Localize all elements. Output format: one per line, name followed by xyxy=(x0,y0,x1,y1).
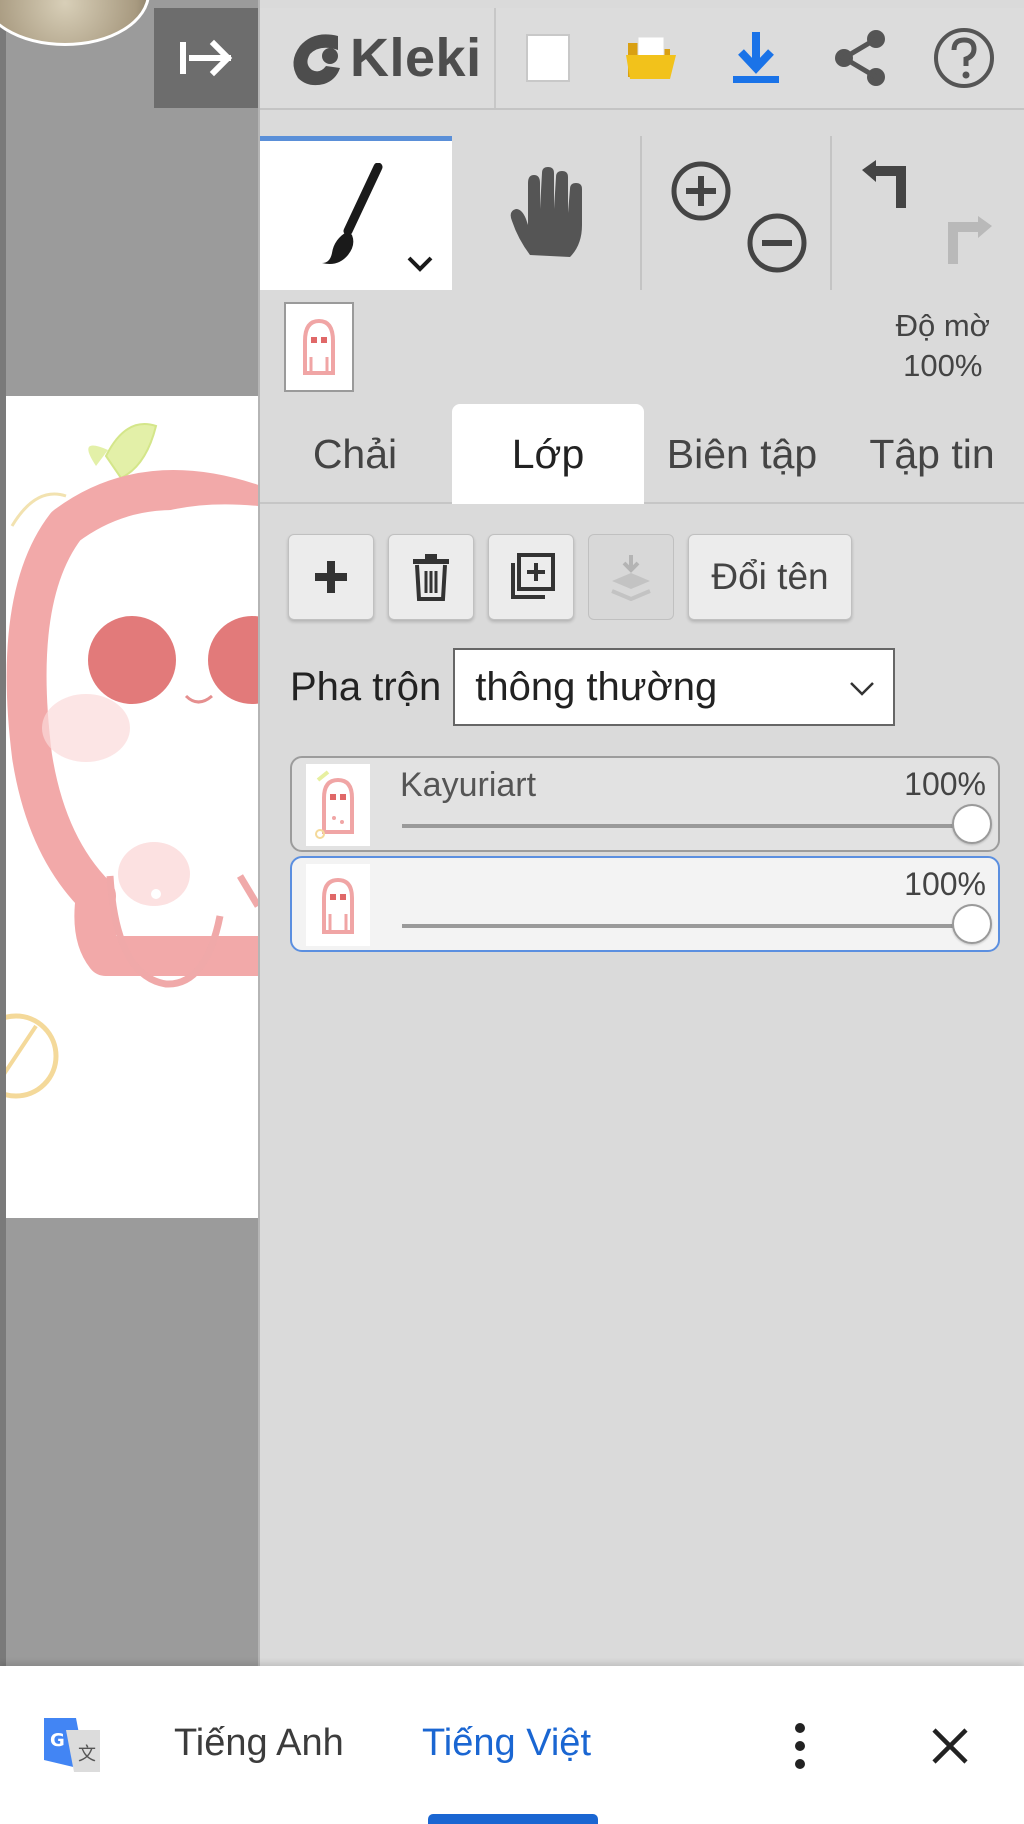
zoom-controls xyxy=(642,136,832,290)
slider-knob[interactable] xyxy=(952,904,992,944)
collapse-panel-button[interactable] xyxy=(154,8,258,108)
delete-layer-button[interactable] xyxy=(388,534,474,620)
canvas-area[interactable] xyxy=(0,0,258,1666)
blend-mode-row: Pha trộn thông thường xyxy=(290,648,896,726)
more-vert-icon xyxy=(795,1723,805,1769)
blend-mode-select[interactable]: thông thường xyxy=(453,648,896,726)
merge-down-icon xyxy=(611,555,651,601)
chevron-down-icon[interactable] xyxy=(406,255,434,273)
undo-icon[interactable] xyxy=(858,156,918,216)
avatar[interactable] xyxy=(0,0,150,46)
hand-icon xyxy=(510,167,582,257)
layer-opacity-readout: Độ mờ 100% xyxy=(896,306,990,386)
merge-down-button[interactable] xyxy=(588,534,674,620)
layer-thumbnail-icon xyxy=(303,318,335,375)
layer-item[interactable]: 100% xyxy=(290,856,1000,952)
tab-brush[interactable]: Chải xyxy=(260,404,450,504)
share-icon xyxy=(835,30,885,86)
tab-layers[interactable]: Lớp xyxy=(452,404,644,504)
layer-name: Kayuriart xyxy=(400,766,537,804)
translate-bar: G 文 Tiếng Anh Tiếng Việt xyxy=(0,1666,1024,1824)
opacity-value: 100% xyxy=(903,348,983,383)
rename-layer-button[interactable]: Đổi tên xyxy=(688,534,852,620)
plus-icon xyxy=(315,561,347,593)
brush-tool-button[interactable] xyxy=(260,136,452,290)
collapse-panel-icon xyxy=(180,39,233,77)
close-button[interactable] xyxy=(920,1716,980,1776)
hand-tool-button[interactable] xyxy=(452,136,642,290)
help-button[interactable] xyxy=(912,8,1016,108)
kleki-app: Kleki Độ mờ 100% Chải Lớp Biên tập Tập t… xyxy=(0,0,1024,1824)
download-button[interactable] xyxy=(704,8,808,108)
layer-item[interactable]: Kayuriart 100% xyxy=(290,756,1000,852)
add-layer-button[interactable] xyxy=(288,534,374,620)
google-translate-icon: G 文 xyxy=(44,1718,100,1772)
current-layer-preview[interactable] xyxy=(284,302,354,392)
layer-opacity-slider[interactable] xyxy=(402,904,992,944)
blend-mode-label: Pha trộn xyxy=(290,664,442,709)
top-toolbar: Kleki xyxy=(260,8,1024,110)
zoom-out-icon[interactable] xyxy=(746,212,808,274)
history-controls xyxy=(832,136,1022,290)
brush-icon xyxy=(322,163,383,264)
duplicate-icon xyxy=(511,553,555,599)
zoom-in-icon[interactable] xyxy=(670,160,732,222)
opacity-label: Độ mờ xyxy=(895,308,990,343)
panel-tabs: Chải Lớp Biên tập Tập tin xyxy=(260,404,1024,504)
kleki-logo-icon xyxy=(293,34,340,86)
svg-text:文: 文 xyxy=(78,1744,96,1765)
canvas-artwork xyxy=(6,423,258,1099)
open-folder-icon xyxy=(626,36,676,79)
layer-opacity: 100% xyxy=(904,766,986,802)
logo-text: Kleki xyxy=(350,28,482,88)
close-icon xyxy=(932,1728,968,1764)
trash-icon xyxy=(413,554,449,601)
blend-mode-value: thông thường xyxy=(475,664,718,709)
layer-opacity: 100% xyxy=(904,866,986,902)
new-document-icon xyxy=(526,34,570,82)
duplicate-layer-button[interactable] xyxy=(488,534,574,620)
side-panel: Kleki Độ mờ 100% Chải Lớp Biên tập Tập t… xyxy=(258,0,1024,1666)
layer-thumbnail xyxy=(306,864,370,946)
new-document-button[interactable] xyxy=(496,8,600,108)
tab-file[interactable]: Tập tin xyxy=(838,404,1024,504)
tool-row xyxy=(260,136,1024,290)
layer-thumbnail-icon xyxy=(322,877,354,934)
source-language-tab[interactable]: Tiếng Anh xyxy=(174,1722,344,1765)
layer-opacity-slider[interactable] xyxy=(402,804,992,844)
drawing-canvas[interactable] xyxy=(6,396,258,1218)
tab-edit[interactable]: Biên tập xyxy=(646,404,838,504)
active-language-indicator xyxy=(428,1814,598,1824)
share-button[interactable] xyxy=(808,8,912,108)
open-file-button[interactable] xyxy=(600,8,704,108)
slider-knob[interactable] xyxy=(952,804,992,844)
chevron-down-icon xyxy=(850,682,875,696)
target-language-tab[interactable]: Tiếng Việt xyxy=(422,1722,591,1765)
kleki-logo[interactable]: Kleki xyxy=(260,8,496,108)
layer-thumbnail-icon xyxy=(315,770,354,839)
svg-text:G: G xyxy=(50,1730,65,1751)
help-icon xyxy=(934,28,994,88)
layer-actions: Đổi tên xyxy=(288,534,852,622)
more-options-button[interactable] xyxy=(780,1716,820,1776)
layer-thumbnail xyxy=(306,764,370,846)
redo-icon[interactable] xyxy=(936,212,996,272)
download-icon xyxy=(733,32,779,83)
